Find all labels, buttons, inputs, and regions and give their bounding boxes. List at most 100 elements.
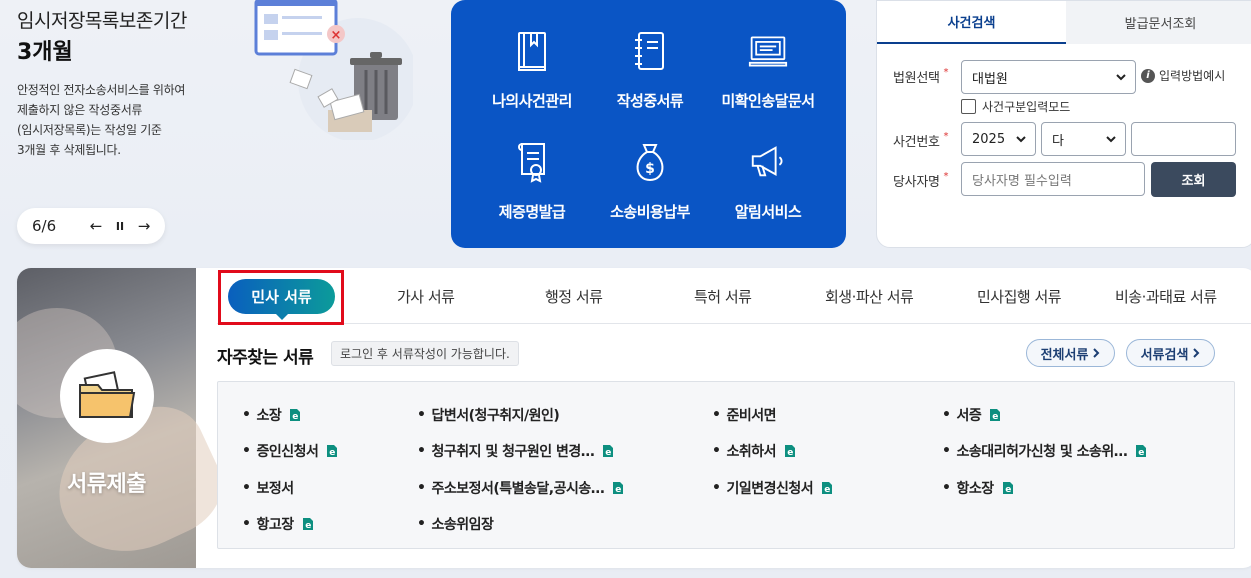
party-name-input[interactable]: 당사자명 필수입력 bbox=[961, 162, 1145, 196]
list-item[interactable]: • 답변서(청구취지/원인) bbox=[417, 405, 560, 425]
document-name: 항고장 bbox=[256, 517, 294, 533]
chevron-down-icon bbox=[1116, 74, 1126, 81]
login-required-note: 로그인 후 서류작성이 가능합니다. bbox=[331, 341, 519, 366]
svg-text:$: $ bbox=[645, 161, 655, 177]
case-type-mode-checkbox[interactable]: 사건구분입력모드 bbox=[961, 98, 1070, 115]
list-item[interactable]: • 기일변경신청서 e bbox=[712, 478, 833, 498]
monitor-icon bbox=[748, 28, 788, 74]
tab-case-search[interactable]: 사건검색 bbox=[877, 1, 1066, 44]
megaphone-icon bbox=[748, 139, 788, 185]
book-icon bbox=[512, 28, 552, 74]
e-document-icon: e bbox=[602, 444, 614, 458]
bullet: • bbox=[242, 480, 251, 496]
document-name: 소송대리허가신청 및 소송위… bbox=[956, 444, 1128, 460]
quick-menu: 나의사건관리 작성중서류 미확인송달문서 제증명발급 $ 소송비용납부 알림서비… bbox=[451, 0, 846, 248]
list-item[interactable]: • 소송대리허가신청 및 소송위… e bbox=[942, 441, 1147, 461]
list-item[interactable]: • 소장 e bbox=[242, 405, 301, 425]
document-name: 증인신청서 bbox=[256, 444, 319, 460]
document-name: 소송위임장 bbox=[431, 517, 494, 533]
e-document-icon: e bbox=[612, 481, 624, 495]
all-documents-button[interactable]: 전체서류 bbox=[1026, 339, 1115, 367]
document-name: 서증 bbox=[956, 408, 982, 424]
case-number-label: 사건번호 * bbox=[893, 131, 949, 150]
search-submit-button[interactable]: 조회 bbox=[1151, 162, 1236, 197]
tab-administrative-docs[interactable]: 행정 서류 bbox=[545, 286, 603, 307]
bullet: • bbox=[417, 407, 426, 423]
chevron-right-icon bbox=[1093, 348, 1100, 358]
document-submission-title: 서류제출 bbox=[67, 472, 146, 497]
quick-drafts[interactable]: 작성중서류 bbox=[591, 28, 709, 115]
bullet: • bbox=[712, 480, 721, 496]
tab-family-docs[interactable]: 가사 서류 bbox=[397, 286, 455, 307]
tab-issued-doc-lookup[interactable]: 발급문서조회 bbox=[1066, 1, 1251, 44]
e-document-icon: e bbox=[326, 444, 338, 458]
list-item[interactable]: • 준비서면 bbox=[712, 405, 776, 425]
checkbox-box[interactable] bbox=[961, 99, 976, 114]
document-name: 기일변경신청서 bbox=[726, 481, 814, 497]
list-item[interactable]: • 보정서 bbox=[242, 478, 294, 498]
bullet: • bbox=[242, 516, 251, 532]
bullet: • bbox=[417, 516, 426, 532]
tab-patent-docs[interactable]: 특허 서류 bbox=[694, 286, 752, 307]
bullet: • bbox=[417, 443, 426, 459]
prev-arrow-icon[interactable]: ← bbox=[84, 214, 108, 238]
banner-period: 3개월 bbox=[17, 40, 73, 65]
certificate-icon bbox=[512, 139, 552, 185]
trash-documents-illustration: × bbox=[254, 0, 413, 140]
case-number-input[interactable] bbox=[1131, 122, 1236, 156]
folder-icon bbox=[60, 349, 154, 443]
party-name-label: 당사자명 * bbox=[893, 171, 949, 190]
quick-litigation-fee[interactable]: $ 소송비용납부 bbox=[591, 139, 709, 226]
next-arrow-icon[interactable]: → bbox=[132, 214, 156, 238]
year-select[interactable]: 2025 bbox=[961, 122, 1036, 156]
e-document-icon: e bbox=[784, 444, 796, 458]
svg-text:e: e bbox=[605, 448, 611, 458]
document-name: 보정서 bbox=[256, 481, 294, 497]
e-document-icon: e bbox=[1135, 444, 1147, 458]
court-select[interactable]: 대법원 bbox=[961, 60, 1136, 94]
list-item[interactable]: • 소취하서 e bbox=[712, 441, 796, 461]
list-item[interactable]: • 증인신청서 e bbox=[242, 441, 338, 461]
document-submission-section: 서류제출 민사 서류 가사 서류 행정 서류 특허 서류 회생·파산 서류 민사… bbox=[17, 268, 1251, 568]
svg-text:e: e bbox=[330, 448, 336, 458]
document-category-tabs: 민사 서류 가사 서류 행정 서류 특허 서류 회생·파산 서류 민사집행 서류… bbox=[217, 268, 1251, 324]
notebook-icon bbox=[630, 28, 670, 74]
tab-bankruptcy-docs[interactable]: 회생·파산 서류 bbox=[825, 286, 914, 307]
pager-count: 6/6 bbox=[32, 217, 57, 235]
list-item[interactable]: • 서증 e bbox=[942, 405, 1001, 425]
bullet: • bbox=[942, 480, 951, 496]
list-item[interactable]: • 항고장 e bbox=[242, 514, 314, 534]
banner-pager: 6/6 ← II → bbox=[17, 208, 165, 244]
e-document-icon: e bbox=[1002, 481, 1014, 495]
document-name: 소취하서 bbox=[726, 444, 776, 460]
bullet: • bbox=[712, 407, 721, 423]
notice-banner: 임시저장목록보존기간 3개월 안정적인 전자소송서비스를 위하여 제출하지 않은… bbox=[0, 0, 440, 258]
document-name: 항소장 bbox=[956, 481, 994, 497]
pause-icon[interactable]: II bbox=[108, 214, 132, 238]
tab-non-contentious-docs[interactable]: 비송·과태료 서류 bbox=[1115, 286, 1217, 307]
input-help-link[interactable]: i 입력방법예시 bbox=[1141, 67, 1225, 84]
svg-text:e: e bbox=[615, 485, 621, 495]
list-item[interactable]: • 항소장 e bbox=[942, 478, 1014, 498]
svg-text:e: e bbox=[1005, 485, 1011, 495]
banner-title: 임시저장목록보존기간 bbox=[17, 10, 187, 32]
chevron-down-icon bbox=[1106, 136, 1116, 143]
document-name: 청구취지 및 청구원인 변경… bbox=[431, 444, 595, 460]
list-item[interactable]: • 청구취지 및 청구원인 변경… e bbox=[417, 441, 614, 461]
document-name: 준비서면 bbox=[726, 408, 776, 424]
document-submission-banner: 서류제출 bbox=[17, 268, 237, 568]
bullet: • bbox=[417, 480, 426, 496]
quick-my-case[interactable]: 나의사건관리 bbox=[473, 28, 591, 115]
list-item[interactable]: • 소송위임장 bbox=[417, 514, 494, 534]
quick-notification[interactable]: 알림서비스 bbox=[709, 139, 827, 226]
svg-text:e: e bbox=[305, 521, 311, 531]
quick-unread-delivery[interactable]: 미확인송달문서 bbox=[709, 28, 827, 115]
document-search-button[interactable]: 서류검색 bbox=[1126, 339, 1215, 367]
list-item[interactable]: • 주소보정서(특별송달,공시송… e bbox=[417, 478, 624, 498]
info-icon: i bbox=[1141, 68, 1155, 83]
banner-description: 안정적인 전자소송서비스를 위하여 제출하지 않은 작성중서류 (임시저장목록)… bbox=[17, 83, 186, 157]
document-name: 답변서(청구취지/원인) bbox=[431, 408, 560, 424]
quick-certificate[interactable]: 제증명발급 bbox=[473, 139, 591, 226]
tab-civil-execution-docs[interactable]: 민사집행 서류 bbox=[977, 286, 1062, 307]
case-type-select[interactable]: 다 bbox=[1041, 122, 1126, 156]
